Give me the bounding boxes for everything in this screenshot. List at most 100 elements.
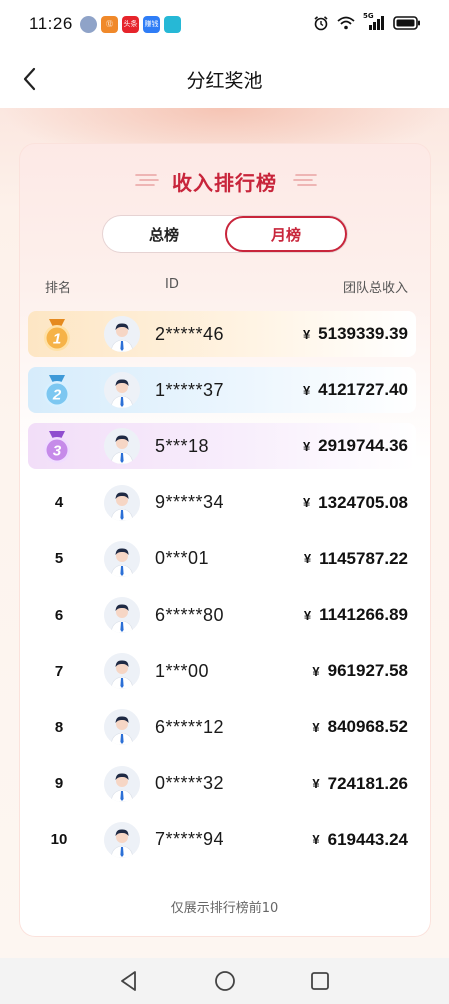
avatar-app-icon <box>80 16 97 33</box>
income-value: 840968.52 <box>327 717 408 737</box>
user-id: 7*****94 <box>155 829 225 850</box>
user-avatar-icon <box>104 821 140 858</box>
team-income: ¥4121727.40 <box>303 367 408 413</box>
currency-symbol: ¥ <box>302 326 311 342</box>
nav-back-icon[interactable] <box>116 968 142 994</box>
rank-number: 4 <box>54 494 64 512</box>
rank-3-medal-icon: 3 <box>44 431 70 464</box>
currency-symbol: ¥ <box>312 776 320 792</box>
rank-number: 3 <box>53 443 62 460</box>
user-avatar-icon <box>104 540 140 577</box>
column-header-rank: 排名 <box>45 281 72 296</box>
leaderboard-row: 6 6*****80 ¥1141266.89 <box>28 592 416 638</box>
income-value: 1145787.22 <box>319 548 408 568</box>
leaderboard-row: 3 5***18 ¥2919744.36 <box>28 423 416 470</box>
user-id: 1*****37 <box>155 379 225 400</box>
leaderboard-row: 8 6*****12 ¥840968.52 <box>28 704 416 750</box>
team-income: ¥724181.26 <box>312 761 408 807</box>
page-title: 分红奖池 <box>186 70 263 92</box>
income-value: 961927.58 <box>327 661 408 681</box>
rank-number: 7 <box>54 662 64 680</box>
user-id: 5***18 <box>155 435 210 456</box>
income-value: 724181.26 <box>327 773 408 793</box>
team-income: ¥619443.24 <box>312 817 408 863</box>
user-avatar-icon <box>104 653 140 690</box>
rank-number: 6 <box>54 606 64 624</box>
user-id: 0***01 <box>155 548 210 569</box>
rank-number: 8 <box>54 718 64 736</box>
rank-number: 1 <box>53 331 61 348</box>
currency-symbol: ¥ <box>303 551 312 567</box>
leaderboard-title-wrap: 收入排行榜 <box>0 167 449 196</box>
toutiao-app-icon: 头条 <box>122 16 139 33</box>
team-income: ¥2919744.36 <box>303 423 408 469</box>
user-avatar-icon <box>104 597 140 633</box>
currency-symbol: ¥ <box>312 832 320 848</box>
currency-symbol: ¥ <box>302 495 311 511</box>
rank-2-medal-icon: 2 <box>44 375 70 408</box>
team-income: ¥1324705.08 <box>303 480 408 526</box>
column-header-income: 团队总收入 <box>342 281 408 296</box>
rank-1-medal-icon: 1 <box>44 319 70 351</box>
rank-number: 5 <box>54 550 64 568</box>
column-header-id: ID <box>165 277 179 292</box>
rank-number: 9 <box>54 775 64 793</box>
battery-icon <box>393 16 420 30</box>
user-avatar-icon <box>104 484 140 521</box>
currency-symbol: ¥ <box>302 382 311 398</box>
user-id: 1***00 <box>155 660 210 681</box>
team-income: ¥1145787.22 <box>304 536 408 582</box>
income-value: 1141266.89 <box>319 605 408 624</box>
app-icon-3: 赚钱 <box>143 16 160 33</box>
user-id: 2*****46 <box>155 323 225 344</box>
app-icon-4 <box>164 16 181 33</box>
currency-symbol: ¥ <box>312 663 320 679</box>
user-avatar-icon <box>104 316 140 352</box>
leaderboard-row: 2 1*****37 ¥4121727.40 <box>28 367 416 414</box>
income-value: 619443.24 <box>327 829 408 849</box>
rank-number: 2 <box>52 387 62 404</box>
rank-number: 10 <box>50 831 68 849</box>
leaderboard-title: 收入排行榜 <box>172 171 277 195</box>
alarm-icon <box>314 16 328 31</box>
system-nav-bar <box>0 958 449 1004</box>
status-app-icons: ⑫ 头条 赚钱 <box>80 16 181 33</box>
user-avatar-icon <box>104 765 140 802</box>
income-value: 1324705.08 <box>318 492 408 512</box>
leaderboard-row: 7 1***00 ¥961927.58 <box>28 648 416 694</box>
signal-icon: 5G <box>363 12 385 31</box>
leaderboard-row: 1 2*****46 ¥5139339.39 <box>28 311 416 357</box>
tab-monthly[interactable]: 月榜 <box>225 216 347 252</box>
footnote: 仅展示排行榜前10 <box>170 901 279 916</box>
user-id: 6*****80 <box>155 604 225 625</box>
team-income: ¥840968.52 <box>312 704 408 750</box>
app-header: 分红奖池 <box>0 52 449 108</box>
tab-total[interactable]: 总榜 <box>103 216 225 252</box>
leaderboard-row: 10 7*****94 ¥619443.24 <box>28 817 416 863</box>
user-id: 0*****32 <box>155 773 225 794</box>
ranking-tabs: 总榜 月榜 <box>103 216 347 252</box>
leaderboard-row: 9 0*****32 ¥724181.26 <box>28 761 416 807</box>
team-income: ¥1141266.89 <box>304 592 408 638</box>
title-decoration-right <box>293 174 317 186</box>
leaderboard-row: 4 9*****34 ¥1324705.08 <box>28 480 416 526</box>
user-avatar-icon <box>104 709 140 746</box>
user-id: 6*****12 <box>155 716 225 737</box>
nav-recents-icon[interactable] <box>307 968 333 994</box>
status-bar: 11:26 ⑫ 头条 赚钱 5G <box>0 0 449 52</box>
status-time: 11:26 <box>29 14 73 33</box>
income-value: 4121727.40 <box>318 380 408 400</box>
income-value: 5139339.39 <box>318 324 408 343</box>
nav-home-icon[interactable] <box>212 968 238 994</box>
leaderboard-row: 5 0***01 ¥1145787.22 <box>28 536 416 582</box>
currency-symbol: ¥ <box>303 607 312 623</box>
team-income: ¥961927.58 <box>312 648 408 694</box>
status-indicators: 5G <box>313 12 421 31</box>
user-id: 9*****34 <box>155 492 225 513</box>
wifi-icon <box>337 16 355 30</box>
currency-symbol: ¥ <box>302 438 311 454</box>
team-income: ¥5139339.39 <box>303 311 408 357</box>
app-icon-1: ⑫ <box>101 16 118 33</box>
income-value: 2919744.36 <box>318 436 408 456</box>
currency-symbol: ¥ <box>312 719 320 735</box>
